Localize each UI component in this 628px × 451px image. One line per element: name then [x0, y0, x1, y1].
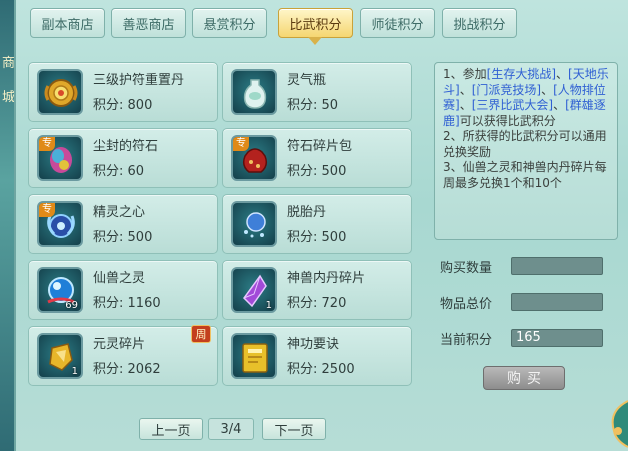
item-score: 积分: 800	[93, 98, 153, 113]
blue-orb-icon: 69	[37, 267, 83, 313]
item-name: 精灵之心	[93, 205, 146, 220]
gold-fragment-icon: 1	[37, 333, 83, 379]
yellow-book-icon	[231, 333, 277, 379]
item-count: 1	[265, 300, 272, 311]
shop-item[interactable]: 专 尘封的符石 积分: 60	[28, 128, 218, 188]
rules-line-1: 1、参加[生存大挑战]、[天地乐斗]、[门派竞技场]、[人物排位赛]、[三界比武…	[443, 67, 609, 128]
tab-challenge-points[interactable]: 挑战积分	[442, 8, 517, 38]
item-score: 积分: 2500	[287, 362, 355, 377]
item-score-value: 500	[321, 230, 347, 245]
rules-line-3: 3、仙兽之灵和神兽内丹碎片每周最多兑换1个和10个	[443, 160, 607, 190]
item-name: 神功要诀	[287, 337, 340, 352]
total-price-label: 物品总价	[440, 297, 493, 312]
active-tab-pointer	[308, 37, 322, 45]
spirit-heart-icon: 专	[37, 201, 83, 247]
total-price-field	[511, 293, 603, 311]
shop-item[interactable]: 脱胎丹 积分: 500	[222, 194, 412, 254]
page-indicator: 3/4	[208, 418, 254, 440]
weekly-limit-badge: 周	[191, 325, 211, 343]
quantity-label: 购买数量	[440, 261, 493, 276]
shop-item[interactable]: 69 仙兽之灵 积分: 1160	[28, 260, 218, 320]
prev-page-button[interactable]: 上一页	[139, 418, 203, 440]
rules-line-2: 2、所获得的比武积分可以通用兑换奖励	[443, 129, 607, 159]
item-name: 元灵碎片	[93, 337, 146, 352]
item-score: 积分: 60	[93, 164, 145, 179]
quantity-input[interactable]	[511, 257, 603, 275]
corner-ornament-icon	[611, 400, 628, 448]
item-score: 积分: 500	[287, 164, 347, 179]
shop-item[interactable]: 专 符石碎片包 积分: 500	[222, 128, 412, 188]
shop-item[interactable]: 专 精灵之心 积分: 500	[28, 194, 218, 254]
gold-amulet-icon	[37, 69, 83, 115]
item-score: 积分: 50	[287, 98, 339, 113]
tab-bounty-points[interactable]: 悬赏积分	[192, 8, 267, 38]
next-page-button[interactable]: 下一页	[262, 418, 326, 440]
item-score: 积分: 500	[287, 230, 347, 245]
item-name: 三级护符重置丹	[93, 73, 185, 88]
item-name: 符石碎片包	[287, 139, 353, 154]
item-score-value: 50	[321, 98, 339, 113]
pill-icon	[231, 201, 277, 247]
item-score-value: 500	[321, 164, 347, 179]
shop-item[interactable]: 神功要诀 积分: 2500	[222, 326, 412, 386]
event-link[interactable]: [三界比武大会]	[472, 98, 553, 112]
item-name: 仙兽之灵	[93, 271, 146, 286]
item-score: 积分: 2062	[93, 362, 161, 377]
exclusive-badge: 专	[233, 137, 249, 151]
shop-item[interactable]: 1 元灵碎片 积分: 2062 周	[28, 325, 218, 386]
item-score-value: 1160	[127, 296, 161, 311]
shop-item[interactable]: 灵气瓶 积分: 50	[222, 62, 412, 122]
current-points-label: 当前积分	[440, 333, 493, 348]
tab-dungeon-shop[interactable]: 副本商店	[30, 8, 105, 38]
shop-item[interactable]: 三级护符重置丹 积分: 800	[28, 62, 218, 122]
item-score-value: 500	[127, 230, 153, 245]
purple-crystal-icon: 1	[231, 267, 277, 313]
item-score-value: 60	[127, 164, 145, 179]
shop-panel: 副本商店 善恶商店 悬赏积分 比武积分 师徒积分 挑战积分 三级护符重置丹 积分…	[14, 0, 628, 451]
item-score-value: 2500	[321, 362, 355, 377]
item-score: 积分: 720	[287, 296, 347, 311]
exclusive-badge: 专	[39, 203, 55, 217]
event-link[interactable]: [门派竞技场]	[472, 83, 541, 97]
vase-icon	[231, 69, 277, 115]
item-name: 神兽内丹碎片	[287, 271, 366, 286]
item-name: 尘封的符石	[93, 139, 159, 154]
rune-bag-icon: 专	[231, 135, 277, 181]
item-name: 脱胎丹	[287, 205, 327, 220]
item-score-value: 800	[127, 98, 153, 113]
item-count: 69	[65, 300, 78, 311]
rules-info-box: 1、参加[生存大挑战]、[天地乐斗]、[门派竞技场]、[人物排位赛]、[三界比武…	[434, 62, 618, 240]
event-link[interactable]: [生存大挑战]	[487, 67, 556, 81]
exclusive-badge: 专	[39, 137, 55, 151]
item-score: 积分: 1160	[93, 296, 161, 311]
item-count: 1	[71, 366, 78, 377]
shop-item[interactable]: 1 神兽内丹碎片 积分: 720	[222, 260, 412, 320]
tab-mentor-points[interactable]: 师徒积分	[360, 8, 435, 38]
tab-arena-points[interactable]: 比武积分	[278, 8, 353, 38]
item-score-value: 2062	[127, 362, 161, 377]
buy-button[interactable]: 购买	[483, 366, 565, 390]
item-score: 积分: 500	[93, 230, 153, 245]
current-points-field: 165	[511, 329, 603, 347]
item-name: 灵气瓶	[287, 73, 327, 88]
item-score-value: 720	[321, 296, 347, 311]
tab-karma-shop[interactable]: 善恶商店	[111, 8, 186, 38]
rune-stone-icon: 专	[37, 135, 83, 181]
